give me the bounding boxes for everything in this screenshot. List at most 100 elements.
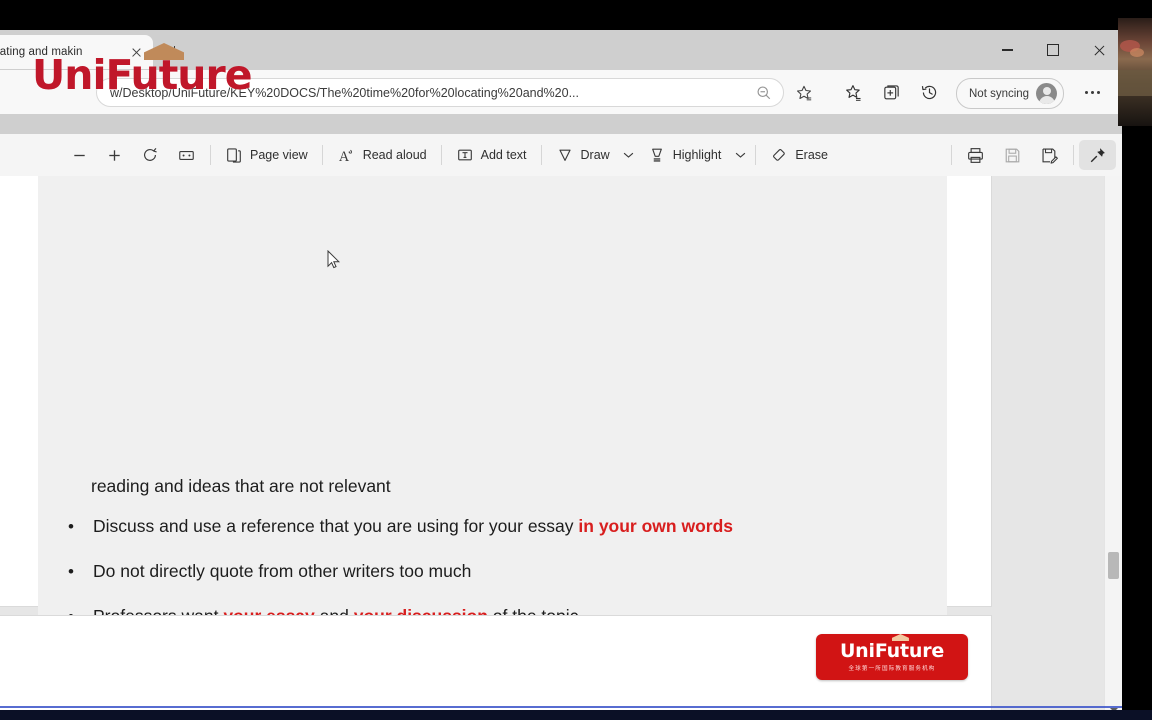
history-icon bbox=[921, 85, 936, 99]
avatar bbox=[1036, 83, 1058, 104]
highlight-button[interactable]: Highlight bbox=[639, 140, 731, 170]
add-text-label: Add text bbox=[480, 148, 527, 162]
dot bbox=[1090, 90, 1094, 94]
nav-icon-group bbox=[834, 70, 948, 114]
zoom-out-icon[interactable] bbox=[755, 84, 773, 102]
chevron-down-icon bbox=[735, 152, 746, 158]
address-bar[interactable]: w/Desktop/UniFuture/KEY%20DOCS/The%20tim… bbox=[96, 78, 784, 107]
pin-toolbar-button[interactable] bbox=[1079, 140, 1116, 170]
logo-text: UniFuture bbox=[839, 640, 945, 662]
page-view-button[interactable]: Page view bbox=[216, 140, 317, 170]
highlight-icon bbox=[651, 148, 662, 162]
save-as-icon bbox=[1042, 147, 1058, 164]
erase-button[interactable]: Erase bbox=[761, 140, 837, 170]
add-favorite-icon bbox=[796, 85, 812, 100]
settings-menu-button[interactable] bbox=[1078, 80, 1106, 104]
screen: e for locating and makin w/Desktop/UniFu… bbox=[0, 0, 1152, 720]
favorites-button[interactable] bbox=[834, 75, 872, 109]
address-bar-url: w/Desktop/UniFuture/KEY%20DOCS/The%20tim… bbox=[110, 85, 579, 100]
minus-icon bbox=[74, 154, 85, 156]
add-favorite-button[interactable] bbox=[790, 79, 818, 106]
browser-window: e for locating and makin w/Desktop/UniFu… bbox=[0, 30, 1122, 718]
toolbar-divider bbox=[951, 145, 952, 165]
list-item: • Discuss and use a reference that you a… bbox=[68, 516, 927, 538]
fit-page-icon bbox=[179, 150, 194, 160]
tab-strip: e for locating and makin bbox=[0, 30, 1122, 70]
zoom-out-button[interactable] bbox=[62, 140, 97, 170]
list-item-text: Discuss and use a reference that you are… bbox=[93, 516, 733, 536]
minimize-button[interactable] bbox=[984, 30, 1030, 70]
save-icon bbox=[1005, 148, 1020, 162]
fit-to-page-button[interactable] bbox=[168, 140, 205, 170]
add-text-icon bbox=[457, 149, 472, 161]
dot bbox=[1084, 90, 1088, 94]
toolbar-divider bbox=[1073, 145, 1074, 165]
draw-button[interactable]: Draw bbox=[547, 140, 619, 170]
pdf-page-2: UniFuture 全球第一所国际教育服务机构 6 You must learn… bbox=[0, 616, 991, 718]
scrollbar-thumb[interactable] bbox=[1108, 552, 1119, 579]
webcam-detail bbox=[1118, 70, 1152, 96]
window-controls bbox=[984, 30, 1122, 70]
draw-icon bbox=[558, 149, 571, 161]
page-view-icon bbox=[227, 148, 241, 163]
list-item: • Do not directly quote from other write… bbox=[68, 561, 927, 583]
favorites-icon bbox=[845, 84, 861, 101]
pdf-page-1: reading and ideas that are not relevant … bbox=[0, 176, 991, 712]
vertical-scrollbar[interactable] bbox=[1104, 176, 1122, 718]
toolbar-divider bbox=[755, 145, 757, 165]
list-item-text: Do not directly quote from other writers… bbox=[93, 561, 472, 581]
plus-icon bbox=[109, 149, 120, 161]
erase-icon bbox=[773, 149, 786, 161]
erase-label: Erase bbox=[795, 148, 828, 162]
print-button[interactable] bbox=[957, 140, 994, 170]
logo-wordmark: UniFuture bbox=[839, 634, 945, 662]
read-aloud-label: Read aloud bbox=[362, 148, 427, 162]
save-button[interactable] bbox=[994, 140, 1031, 170]
maximize-button[interactable] bbox=[1030, 30, 1076, 70]
tab-title: e for locating and makin bbox=[0, 46, 83, 58]
highlight-options-button[interactable] bbox=[730, 141, 750, 169]
print-icon bbox=[968, 147, 983, 163]
pin-icon bbox=[1090, 147, 1105, 162]
collections-icon bbox=[883, 84, 899, 99]
window-accent-line bbox=[0, 706, 1122, 708]
rotate-icon bbox=[144, 147, 157, 161]
add-text-button[interactable]: Add text bbox=[447, 140, 536, 170]
rotate-button[interactable] bbox=[132, 140, 168, 170]
webcam-detail bbox=[1130, 48, 1144, 57]
pdf-toolbar: Page view A Read aloud Add text Draw Hig… bbox=[0, 134, 1122, 177]
logo-subtitle: 全球第一所国际教育服务机构 bbox=[848, 666, 936, 672]
close-icon[interactable] bbox=[128, 44, 145, 61]
toolbar-divider bbox=[321, 145, 323, 165]
bullet-dot: • bbox=[68, 562, 74, 581]
clipped-text-line: reading and ideas that are not relevant bbox=[91, 476, 391, 496]
svg-text:A: A bbox=[339, 149, 350, 165]
draw-label: Draw bbox=[580, 148, 610, 162]
bottom-bar bbox=[0, 710, 1152, 720]
draw-options-button[interactable] bbox=[619, 141, 639, 169]
toolbar-divider bbox=[210, 145, 211, 165]
save-as-button[interactable] bbox=[1031, 140, 1068, 170]
chevron-down-icon bbox=[623, 152, 634, 158]
minimize-icon bbox=[1001, 49, 1013, 51]
new-tab-button[interactable] bbox=[163, 41, 187, 65]
read-aloud-button[interactable]: A Read aloud bbox=[328, 140, 436, 170]
close-window-button[interactable] bbox=[1076, 30, 1122, 70]
browser-tab[interactable]: e for locating and makin bbox=[0, 35, 153, 69]
maximize-icon bbox=[1047, 44, 1059, 56]
collections-button[interactable] bbox=[872, 75, 910, 109]
toolbar-divider bbox=[540, 145, 542, 165]
close-window-icon bbox=[1093, 44, 1106, 57]
zoom-in-button[interactable] bbox=[97, 140, 132, 170]
history-button[interactable] bbox=[910, 75, 948, 109]
highlight-label: Highlight bbox=[672, 148, 722, 162]
dot bbox=[1096, 90, 1100, 94]
page-view-label: Page view bbox=[250, 148, 308, 162]
bullet-dot: • bbox=[68, 517, 74, 536]
unifuture-logo: UniFuture 全球第一所国际教育服务机构 bbox=[816, 634, 968, 680]
pdf-viewer[interactable]: reading and ideas that are not relevant … bbox=[0, 176, 1122, 718]
profile-button[interactable]: Not syncing bbox=[956, 78, 1065, 109]
navigation-bar: w/Desktop/UniFuture/KEY%20DOCS/The%20tim… bbox=[0, 70, 1122, 114]
profile-label: Not syncing bbox=[969, 87, 1030, 100]
toolbar-divider bbox=[440, 145, 442, 165]
